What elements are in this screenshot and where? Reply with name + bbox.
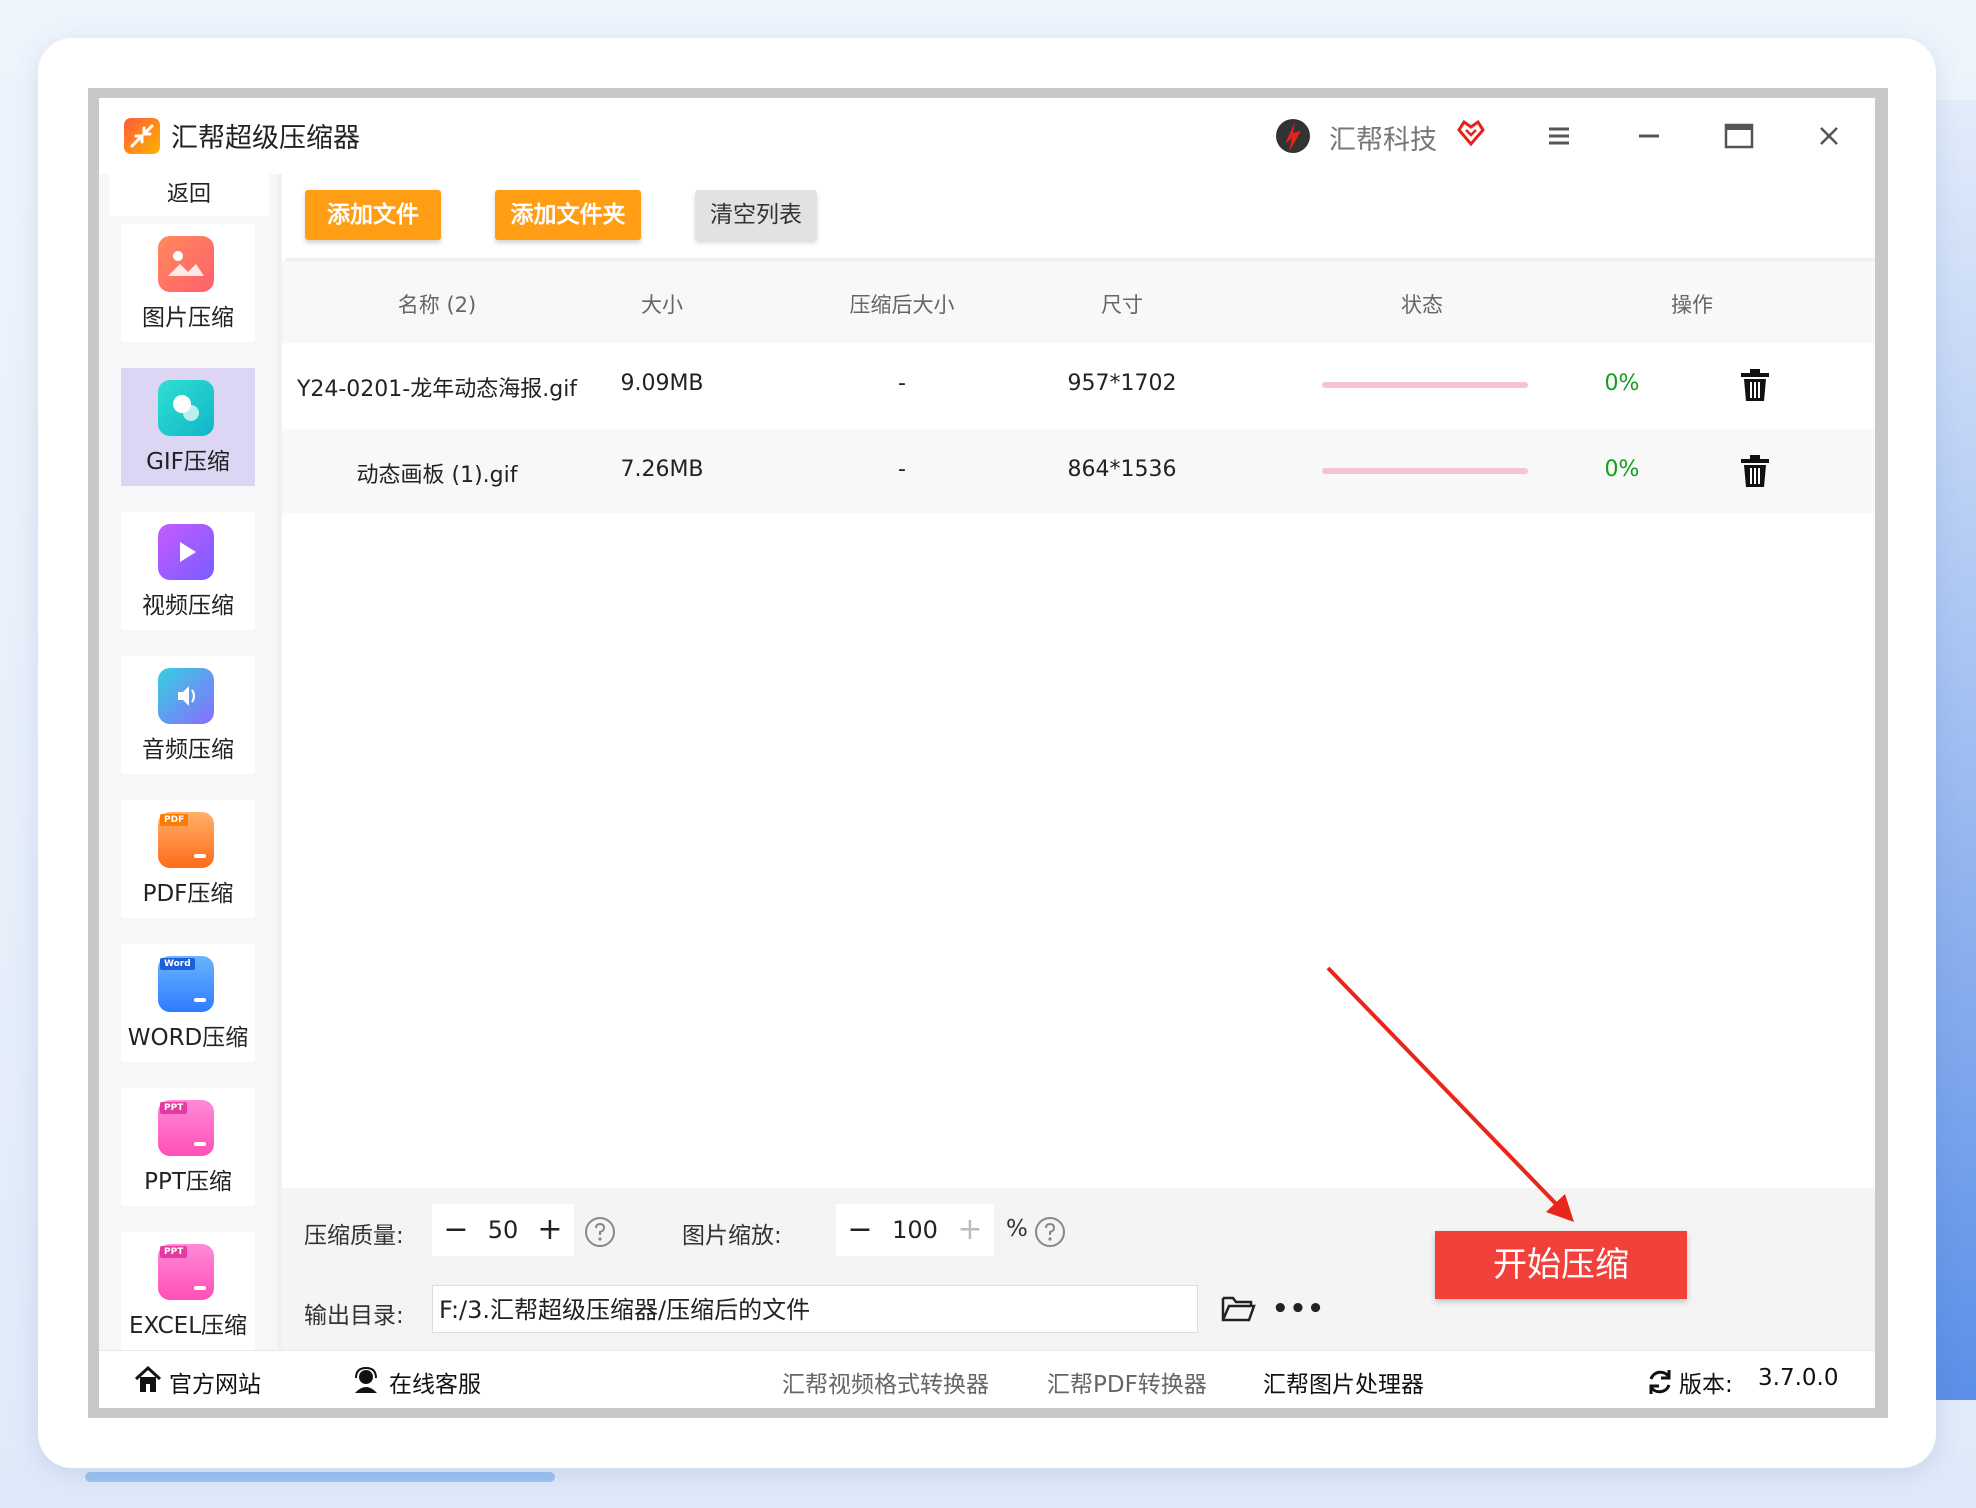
file-name: 动态画板 (1).gif [356,463,518,488]
file-size: 9.09MB [620,371,704,396]
column-actions: 操作 [1671,293,1713,317]
clear-list-button[interactable]: 清空列表 [695,190,817,240]
help-icon[interactable] [584,1216,616,1248]
back-button[interactable]: 返回 [109,174,269,216]
sidebar-item-label: PDF压缩 [142,881,234,907]
ppt-icon: PPT [158,1100,214,1156]
file-dimensions: 864*1536 [1067,457,1177,482]
audio-icon [158,668,214,724]
quality-label: 压缩质量: [304,1223,404,1249]
online-support-link[interactable]: 在线客服 [389,1365,481,1399]
close-icon[interactable] [1809,116,1849,156]
compressed-size: - [898,457,906,482]
ppt-badge: PPT [160,1102,188,1114]
help-icon[interactable] [1034,1216,1066,1248]
excel-icon: PPT [158,1244,214,1300]
excel-badge: PPT [160,1246,188,1258]
sidebar-item-ppt[interactable]: PPT PPT压缩 [121,1088,255,1206]
app-window: 汇帮超级压缩器 汇帮科技 返回 图片压缩 GIF压缩 视频压缩 音频压缩 PDF… [99,98,1875,1408]
maximize-icon[interactable] [1719,116,1759,156]
scale-stepper[interactable]: − 100 + [836,1204,994,1256]
footer: 官方网站 在线客服 汇帮视频格式转换器 汇帮PDF转换器 汇帮图片处理器 版本:… [99,1350,1875,1408]
table-row[interactable]: Y24-0201-龙年动态海报.gif 9.09MB - 957*1702 0% [282,343,1875,427]
output-path-input[interactable]: F:/3.汇帮超级压缩器/压缩后的文件 [432,1285,1198,1333]
folder-icon[interactable] [1220,1294,1256,1324]
heart-icon[interactable] [1455,116,1487,148]
sidebar-item-label: PPT压缩 [144,1169,232,1195]
sidebar-item-video[interactable]: 视频压缩 [121,512,255,630]
file-size: 7.26MB [620,457,704,482]
background-stripe [85,1472,555,1482]
table-row[interactable]: 动态画板 (1).gif 7.26MB - 864*1536 0% [282,429,1875,513]
output-label: 输出目录: [304,1303,404,1329]
word-icon: Word [158,956,214,1012]
scale-label: 图片缩放: [682,1223,782,1249]
progress-percent: 0% [1604,457,1640,482]
support-icon[interactable] [351,1365,381,1395]
brand-name: 汇帮科技 [1329,125,1437,156]
trash-icon[interactable] [1738,367,1772,403]
scale-increase-button[interactable]: + [946,1204,994,1256]
file-name: Y24-0201-龙年动态海报.gif [296,377,578,402]
sidebar-item-word[interactable]: Word WORD压缩 [121,944,255,1062]
add-file-button[interactable]: 添加文件 [305,190,441,240]
progress-bar [1322,468,1528,474]
sidebar: 返回 图片压缩 GIF压缩 视频压缩 音频压缩 PDF PDF压缩 Word W… [99,174,277,1350]
column-dimensions[interactable]: 尺寸 [1042,289,1202,319]
sidebar-item-label: WORD压缩 [127,1025,249,1051]
home-icon[interactable] [133,1365,163,1395]
pdf-converter-link[interactable]: 汇帮PDF转换器 [1047,1365,1207,1399]
column-status: 状态 [1401,293,1443,317]
scale-input[interactable]: 100 [884,1204,946,1256]
app-logo-icon [124,118,160,154]
pdf-icon: PDF [158,812,214,868]
progress-bar [1322,382,1528,388]
quality-stepper[interactable]: − 50 + [432,1204,574,1256]
brand-logo-icon [1276,119,1310,153]
pdf-badge: PDF [160,814,189,826]
sidebar-item-gif[interactable]: GIF压缩 [121,368,255,486]
gif-icon [158,380,214,436]
scale-decrease-button[interactable]: − [836,1204,884,1256]
toolbar: 添加文件 添加文件夹 清空列表 [285,174,1875,258]
sidebar-item-excel[interactable]: PPT EXCEL压缩 [121,1232,255,1350]
sidebar-item-audio[interactable]: 音频压缩 [121,656,255,774]
image-icon [158,236,214,292]
compressed-size: - [898,371,906,396]
word-badge: Word [160,958,195,970]
add-folder-button[interactable]: 添加文件夹 [495,190,641,240]
sidebar-item-label: 视频压缩 [142,593,234,619]
column-name[interactable]: 名称 (2) [322,289,552,319]
refresh-icon[interactable] [1645,1367,1675,1397]
minimize-icon[interactable] [1629,116,1669,156]
column-compressed-size[interactable]: 压缩后大小 [802,289,1002,319]
website-link[interactable]: 官方网站 [169,1365,261,1399]
scale-unit: % [1006,1216,1028,1242]
sidebar-item-label: GIF压缩 [146,449,230,475]
title-bar: 汇帮超级压缩器 汇帮科技 [99,98,1875,174]
file-table-header: 名称 (2) 大小 压缩后大小 尺寸 状态 操作 [282,261,1875,343]
quality-input[interactable]: 50 [480,1204,526,1256]
sidebar-item-label: 图片压缩 [142,305,234,331]
version-number: 3.7.0.0 [1758,1365,1839,1391]
image-processor-link[interactable]: 汇帮图片处理器 [1263,1365,1424,1399]
trash-icon[interactable] [1738,453,1772,489]
quality-decrease-button[interactable]: − [432,1204,480,1256]
start-compress-button[interactable]: 开始压缩 [1435,1231,1687,1299]
app-title: 汇帮超级压缩器 [171,123,360,154]
file-dimensions: 957*1702 [1067,371,1177,396]
column-size[interactable]: 大小 [592,289,732,319]
sidebar-item-pdf[interactable]: PDF PDF压缩 [121,800,255,918]
progress-percent: 0% [1604,371,1640,396]
sidebar-item-label: 音频压缩 [142,737,234,763]
menu-icon[interactable] [1539,116,1579,156]
video-icon [158,524,214,580]
video-converter-link[interactable]: 汇帮视频格式转换器 [782,1365,989,1399]
more-options-icon[interactable]: ••• [1272,1294,1325,1324]
sidebar-item-label: EXCEL压缩 [128,1313,248,1339]
quality-increase-button[interactable]: + [526,1204,574,1256]
sidebar-item-image[interactable]: 图片压缩 [121,224,255,342]
version-label: 版本: [1679,1372,1733,1398]
